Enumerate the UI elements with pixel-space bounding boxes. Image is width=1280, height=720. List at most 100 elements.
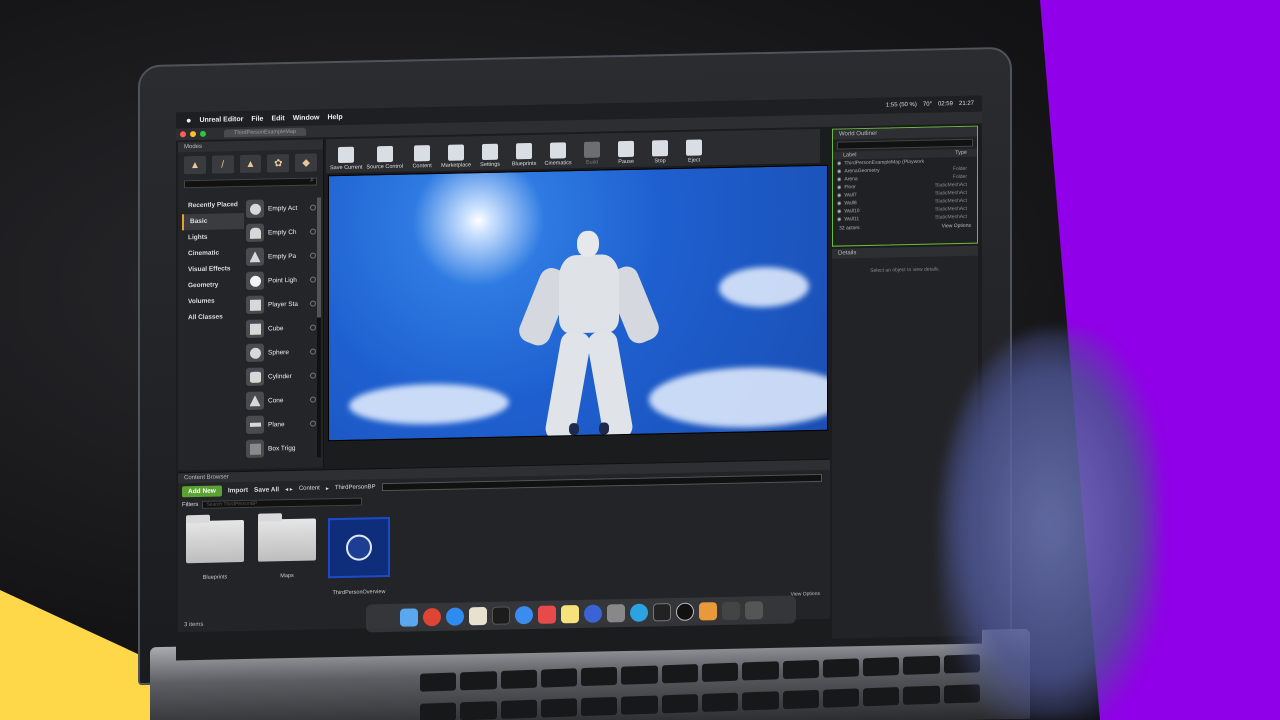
eye-icon[interactable]: ◉ [837, 201, 841, 207]
place-item-empty-pawn[interactable]: Empty Pa [246, 244, 316, 269]
settings-button[interactable]: Settings [475, 143, 505, 169]
activity-monitor-icon[interactable] [491, 606, 510, 625]
menu-window[interactable]: Window [293, 114, 320, 122]
outliner-search-input[interactable] [837, 138, 973, 150]
content-button[interactable]: Content [407, 145, 437, 170]
place-item-point-light[interactable]: Point Ligh [246, 268, 316, 293]
system-preferences-icon[interactable] [606, 604, 625, 623]
save-current-button[interactable]: Save Current [330, 146, 362, 171]
mannequin-character[interactable] [515, 230, 663, 442]
close-window-button[interactable] [180, 131, 186, 138]
category-visual-effects[interactable]: Visual Effects [182, 261, 244, 278]
eject-button[interactable]: Eject [679, 139, 709, 164]
back-forward-icon[interactable]: ◂ ▸ [285, 485, 293, 492]
battery-status[interactable]: 1:55 (50 %) [886, 102, 917, 109]
content-view-options[interactable]: View Options [791, 591, 820, 598]
help-icon[interactable] [310, 276, 316, 283]
category-all-classes[interactable]: All Classes [182, 309, 244, 326]
help-icon[interactable] [310, 228, 316, 235]
place-item-box-trigger[interactable]: Box Trigg [246, 436, 316, 461]
apple-icon[interactable]: ● [186, 115, 191, 125]
place-item-player-start[interactable]: Player Sta [246, 292, 316, 317]
outliner-view-options[interactable]: View Options [942, 223, 971, 230]
category-geometry[interactable]: Geometry [182, 277, 244, 294]
menubar-time[interactable]: 21:27 [959, 101, 974, 107]
eye-icon[interactable]: ◉ [837, 209, 841, 215]
eye-icon[interactable]: ◉ [837, 217, 841, 223]
safari-icon[interactable] [445, 607, 464, 626]
build-button[interactable]: Build [577, 141, 607, 166]
filters-button[interactable]: Filters [182, 502, 198, 508]
appstore-icon[interactable] [583, 604, 602, 623]
eye-icon[interactable]: ◉ [837, 177, 841, 183]
place-item-cube[interactable]: Cube [246, 316, 316, 341]
place-item-cone[interactable]: Cone [246, 388, 316, 413]
eye-icon[interactable]: ◉ [837, 193, 841, 199]
eye-icon[interactable]: ◉ [837, 169, 841, 175]
label-column-header[interactable]: Label [843, 151, 856, 159]
help-icon[interactable] [310, 348, 316, 355]
save-all-button[interactable]: Save All [254, 486, 279, 494]
foliage-mode-icon[interactable]: ✿ [267, 154, 290, 173]
skype-icon[interactable] [514, 605, 533, 625]
place-item-cylinder[interactable]: Cylinder [246, 364, 316, 389]
minimize-window-button[interactable] [190, 131, 196, 138]
timer-clock[interactable]: 02:59 [938, 101, 953, 107]
menu-file[interactable]: File [251, 115, 263, 122]
category-recently-placed[interactable]: Recently Placed [182, 197, 244, 214]
level-tab[interactable]: ThirdPersonExampleMap [224, 127, 307, 138]
telegram-icon[interactable] [629, 603, 648, 622]
menu-help[interactable]: Help [327, 113, 342, 120]
category-basic[interactable]: Basic [182, 213, 244, 231]
unreal-icon[interactable] [675, 602, 694, 621]
help-icon[interactable] [310, 396, 316, 403]
marketplace-button[interactable]: Marketplace [441, 144, 471, 169]
landscape-mode-icon[interactable]: ▲ [239, 154, 262, 174]
epic-games-icon[interactable] [652, 603, 671, 622]
category-lights[interactable]: Lights [182, 229, 244, 246]
breadcrumb-content[interactable]: Content [299, 485, 320, 491]
geometry-mode-icon[interactable]: ◆ [295, 153, 317, 172]
asset-folder-maps[interactable]: Maps [256, 518, 318, 597]
place-item-plane[interactable]: Plane [246, 412, 316, 437]
place-item-sphere[interactable]: Sphere [246, 340, 316, 365]
add-new-button[interactable]: Add New [182, 484, 222, 497]
help-icon[interactable] [310, 420, 316, 427]
stop-button[interactable]: Stop [645, 140, 675, 165]
calculator-icon[interactable] [537, 605, 556, 624]
eye-icon[interactable]: ◉ [837, 185, 841, 191]
help-icon[interactable] [310, 204, 316, 211]
chrome-icon[interactable] [422, 607, 441, 627]
paint-mode-icon[interactable]: / [211, 155, 234, 174]
import-button[interactable]: Import [228, 486, 248, 493]
box-icon[interactable] [698, 602, 717, 621]
menu-app-name[interactable]: Unreal Editor [199, 116, 243, 124]
category-volumes[interactable]: Volumes [182, 293, 244, 310]
place-mode-icon[interactable]: ▲ [184, 155, 206, 175]
place-item-empty-actor[interactable]: Empty Act [246, 196, 316, 221]
menu-edit[interactable]: Edit [271, 115, 284, 122]
source-control-button[interactable]: Source Control [366, 145, 403, 170]
breadcrumb-thirdpersonbp[interactable]: ThirdPersonBP [335, 484, 376, 491]
help-icon[interactable] [310, 300, 316, 307]
modes-search-input[interactable]: ⌕ [184, 177, 317, 189]
preview-icon[interactable] [468, 606, 487, 626]
category-cinematic[interactable]: Cinematic [182, 245, 244, 262]
downloads-icon[interactable] [721, 601, 740, 621]
temperature[interactable]: 70° [923, 102, 932, 108]
trash-icon[interactable] [744, 601, 763, 620]
modes-scrollbar[interactable] [317, 197, 321, 458]
pause-button[interactable]: Pause [611, 140, 641, 166]
blueprints-button[interactable]: Blueprints [509, 142, 539, 168]
help-icon[interactable] [310, 252, 316, 259]
cinematics-button[interactable]: Cinematics [543, 142, 573, 167]
zoom-window-button[interactable] [200, 130, 206, 137]
finder-icon[interactable] [399, 608, 418, 627]
level-viewport[interactable] [328, 164, 828, 442]
notes-icon[interactable] [560, 605, 579, 624]
asset-folder-blueprints[interactable]: Blueprints [184, 520, 246, 599]
type-column-header[interactable]: Type [955, 149, 967, 157]
place-item-empty-character[interactable]: Empty Ch [246, 220, 316, 245]
asset-thirdpersonoverview[interactable]: ThirdPersonOverview [328, 516, 390, 596]
help-icon[interactable] [310, 372, 316, 379]
